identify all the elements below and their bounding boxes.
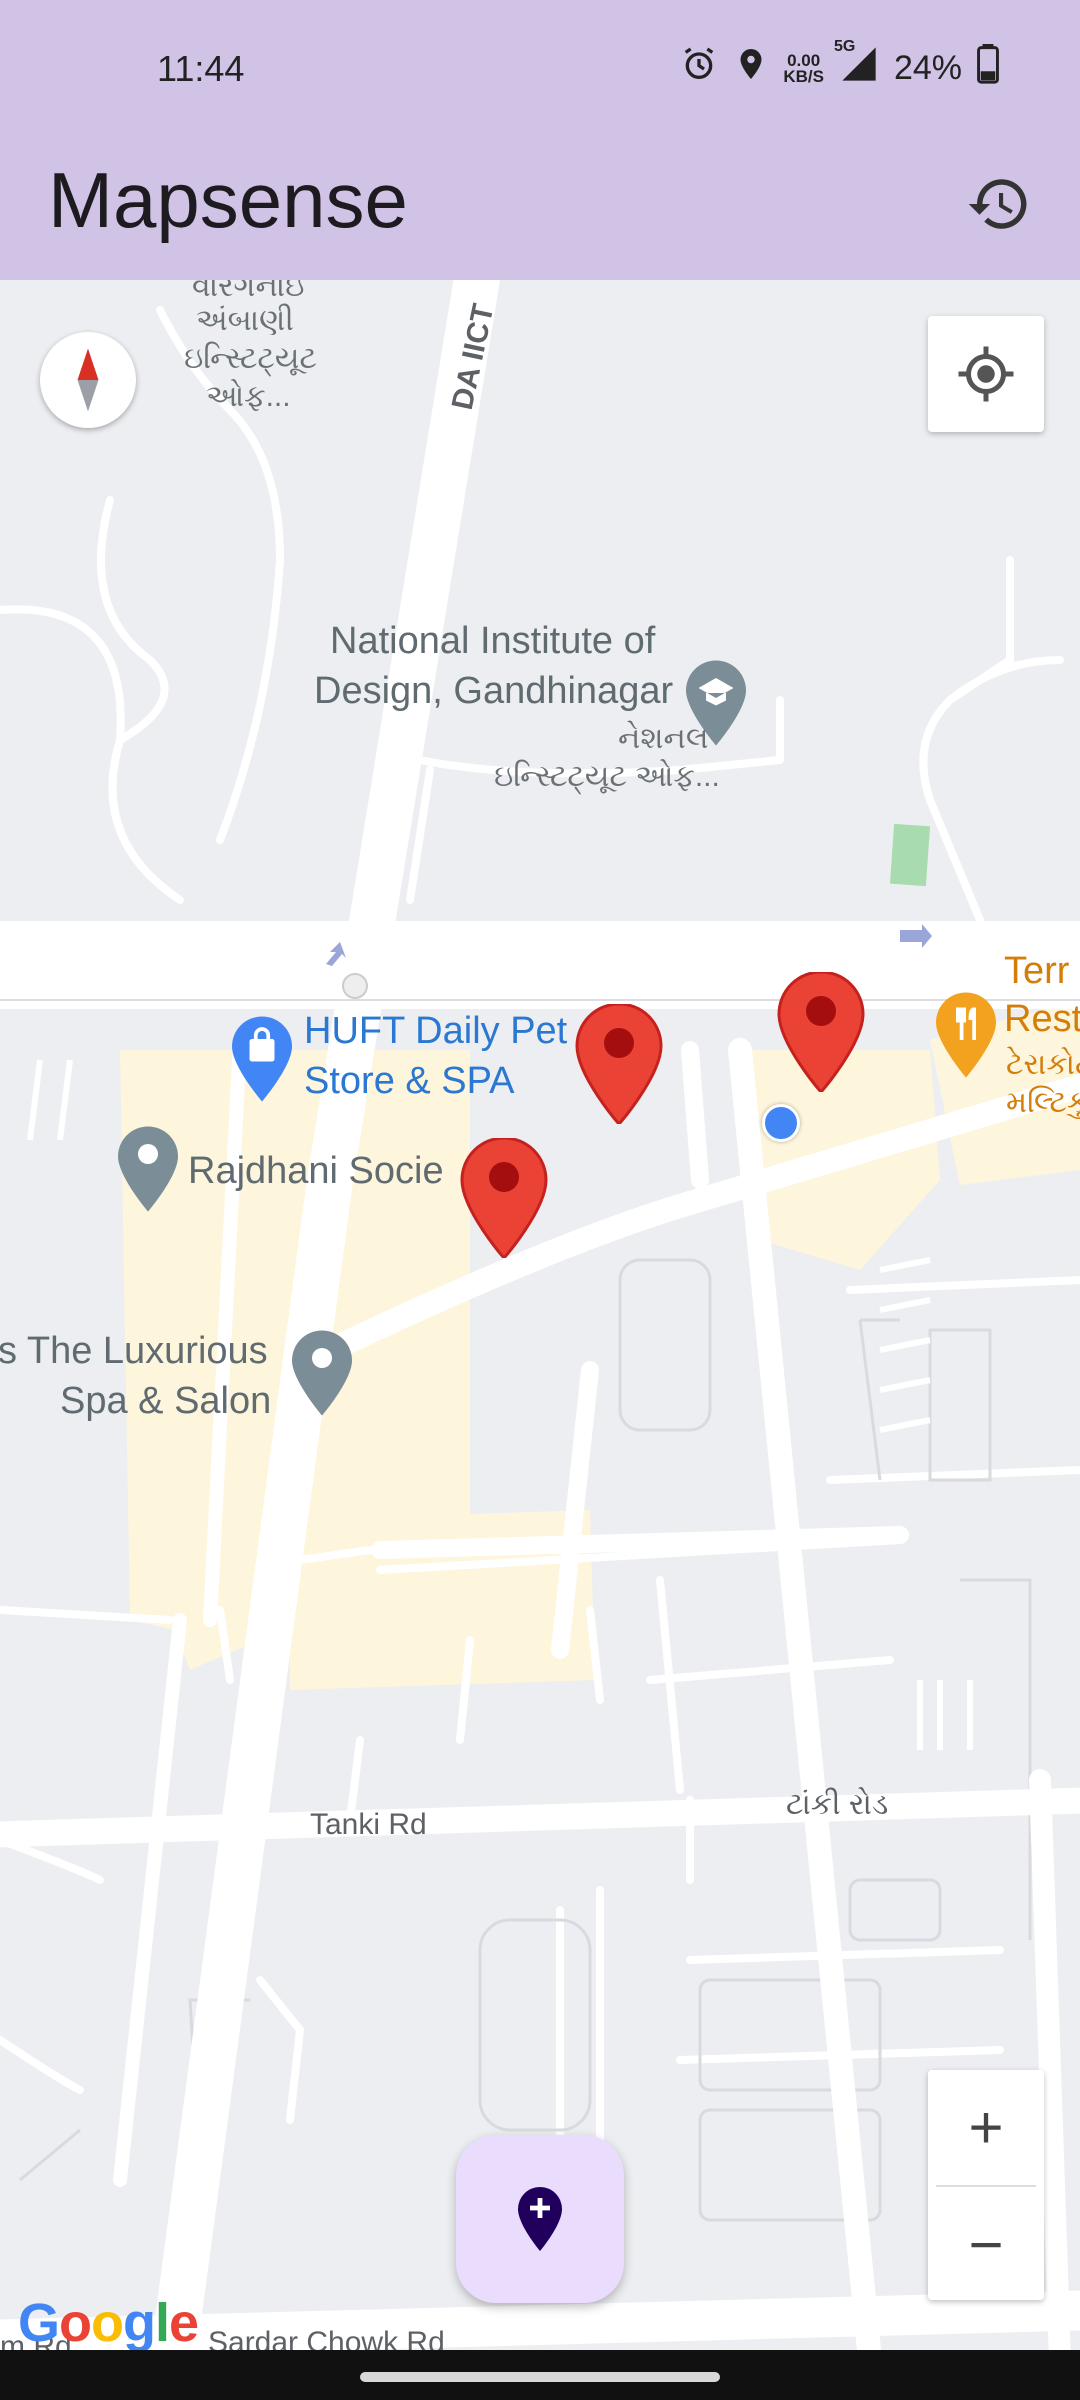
add-location-icon [518, 2187, 562, 2251]
shopping-poi-icon[interactable] [232, 1016, 292, 1102]
road-label: ટાંકી રોડ [786, 1788, 889, 1821]
map-label: Design, Gandhinagar [314, 670, 674, 712]
my-location-icon [958, 346, 1014, 402]
compass-icon [77, 348, 99, 412]
add-marker-fab[interactable] [456, 2135, 624, 2303]
map-label: ઇન્સ્ટિટ્યૂટ ઓફ... [494, 760, 720, 793]
map-view[interactable]: વારગનાઇ અંબાણી ઇન્સ્ટિટ્યૂટ ઓફ... DA IIC… [0, 280, 1080, 2350]
place-poi-icon[interactable] [118, 1126, 178, 1212]
red-marker[interactable] [574, 1004, 664, 1124]
map-label: ટેરાકોટ [1006, 1048, 1080, 1081]
status-time: 11:44 [157, 48, 245, 89]
red-marker[interactable] [776, 972, 866, 1092]
map-label: અંબાણી [196, 304, 294, 337]
map-label: મલ્ટિકુ [1006, 1086, 1080, 1119]
network-speed: 0.00 KB/S [783, 52, 824, 86]
map-label: ઓફ... [206, 380, 291, 413]
road-label: Tanki Rd [310, 1808, 427, 1841]
navigation-bar [0, 2350, 1080, 2400]
map-label: Rest [1004, 998, 1080, 1040]
alarm-icon [679, 44, 719, 93]
history-button[interactable] [954, 159, 1044, 249]
battery-text: 24% [893, 49, 962, 87]
google-logo: Google [18, 2293, 199, 2350]
red-marker[interactable] [459, 1138, 549, 1258]
status-bar: 11:44 0.00 KB/S 5G 24% [0, 0, 1080, 145]
map-label: HUFT Daily Pet [304, 1010, 568, 1052]
history-icon [968, 179, 1027, 229]
restaurant-poi-icon[interactable] [936, 992, 996, 1078]
network-type: 5G [833, 38, 856, 55]
map-label: Rajdhani Socie [188, 1150, 444, 1192]
zoom-controls: + − [928, 2070, 1044, 2300]
map-label: વારગનાઇ [192, 280, 305, 303]
app-title: Mapsense [48, 156, 408, 244]
status-icons: 0.00 KB/S 5G 24% [679, 38, 1000, 93]
map-label: નેશનલ [618, 722, 709, 755]
map-label: Spa & Salon [60, 1380, 272, 1422]
app-bar: Mapsense [0, 145, 1080, 280]
user-location-dot [762, 1104, 800, 1142]
battery-icon [976, 44, 1000, 93]
compass-button[interactable] [40, 332, 136, 428]
map-label: Store & SPA [304, 1060, 515, 1102]
map-label: s The Luxurious [0, 1330, 268, 1372]
spa-poi-icon[interactable] [292, 1330, 352, 1416]
zoom-out-button[interactable]: − [928, 2187, 1044, 2302]
map-base [0, 280, 1080, 2350]
home-gesture-handle[interactable] [360, 2372, 720, 2382]
map-label: ઇન્સ્ટિટ્યૂટ [184, 342, 317, 375]
signal-icon: 5G [834, 38, 880, 93]
map-label: Terr [1004, 950, 1070, 992]
network-speed-unit: KB/S [783, 66, 824, 86]
my-location-button[interactable] [928, 316, 1044, 432]
zoom-in-button[interactable]: + [928, 2070, 1044, 2185]
location-icon [733, 44, 769, 93]
map-label: National Institute of [330, 620, 656, 662]
road-label: Sardar Chowk Rd [208, 2326, 445, 2350]
